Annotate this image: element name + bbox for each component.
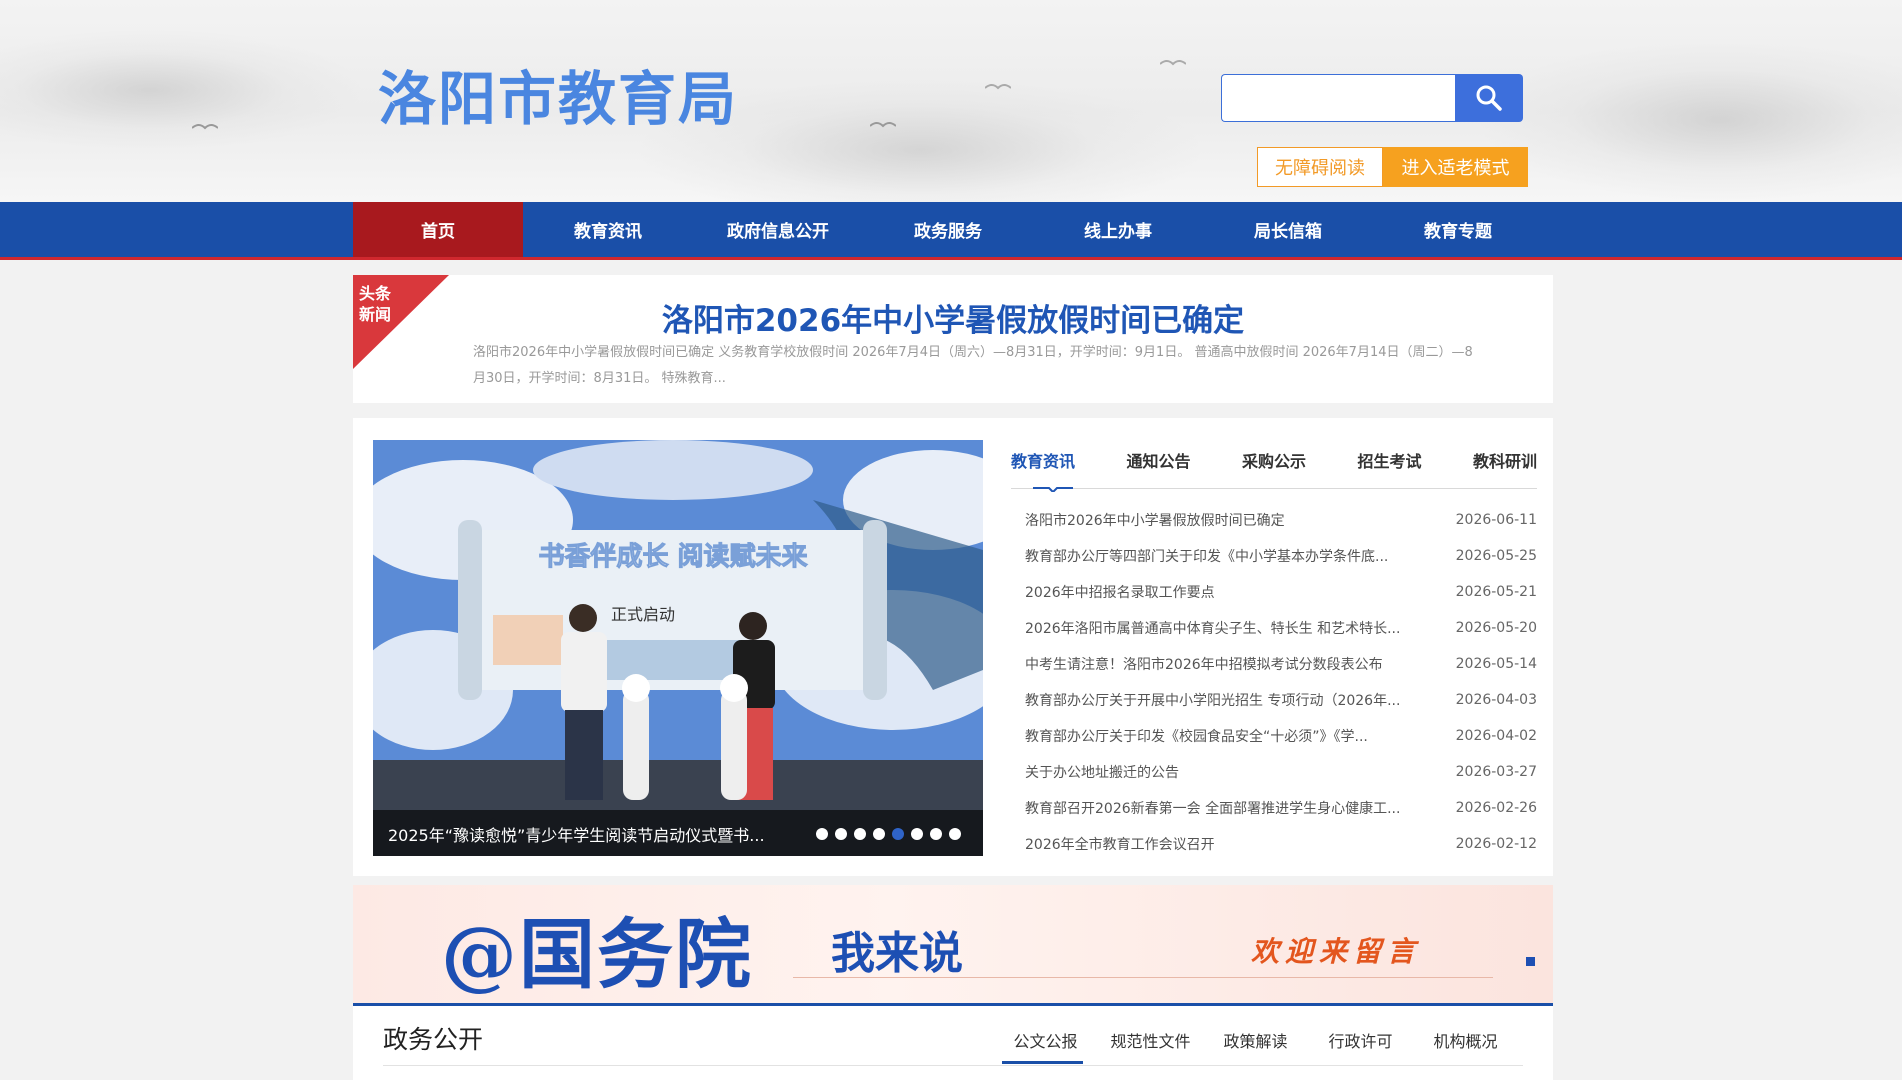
ink-mountain-decoration: [1480, 40, 1902, 200]
carousel-dot[interactable]: [911, 828, 923, 840]
banner-divider: [793, 977, 1493, 978]
nav-item-education-topics[interactable]: 教育专题: [1373, 202, 1543, 257]
carousel-dot[interactable]: [873, 828, 885, 840]
nav-item-gov-info[interactable]: 政府信息公开: [693, 202, 863, 257]
news-section: 书香伴成长 阅读赋未来 正式启动 2025年“豫读愈悦”青少年学生阅读节启动仪式…: [353, 418, 1553, 876]
search-input[interactable]: [1221, 74, 1455, 122]
news-title[interactable]: 2026年全市教育工作会议召开: [1025, 834, 1425, 854]
nav-item-home[interactable]: 首页: [353, 202, 523, 257]
news-date: 2026-04-03: [1455, 692, 1537, 708]
nav-item-gov-services[interactable]: 政务服务: [863, 202, 1033, 257]
carousel-caption[interactable]: 2025年“豫读愈悦”青少年学生阅读节启动仪式暨书...: [388, 822, 808, 846]
main-nav: 首页 教育资讯 政府信息公开 政务服务 线上办事 局长信箱 教育专题: [0, 202, 1902, 260]
gov-affairs-section: 政务公开 公文公报 规范性文件 政策解读 行政许可 机构概况: [353, 1003, 1553, 1080]
tab-admission-exams[interactable]: 招生考试: [1357, 448, 1421, 476]
carousel-scroll-title: 书香伴成长 阅读赋未来: [538, 541, 808, 572]
news-title[interactable]: 教育部办公厅关于印发《校园食品安全“十必须”》《学...: [1025, 726, 1425, 746]
carousel-dot[interactable]: [949, 828, 961, 840]
tab-education-news[interactable]: 教育资讯: [1011, 448, 1075, 476]
gov-tabs: 公文公报 规范性文件 政策解读 行政许可 机构概况: [993, 1028, 1518, 1052]
banner-main-text: @国务院: [441, 910, 753, 999]
tab-organization-overview[interactable]: 机构概况: [1413, 1028, 1518, 1052]
news-title[interactable]: 教育部办公厅关于开展中小学阳光招生 专项行动（2026年...: [1025, 690, 1425, 710]
news-list: 洛阳市2026年中小学暑假放假时间已确定 2026-06-11 教育部办公厅等四部…: [1011, 502, 1537, 862]
bird-icon: [870, 122, 896, 128]
list-item[interactable]: 教育部办公厅等四部门关于印发《中小学基本办学条件底... 2026-05-25: [1011, 538, 1537, 574]
carousel-dot[interactable]: [854, 828, 866, 840]
carousel-dots: [816, 828, 961, 840]
carousel-caption-bar: 2025年“豫读愈悦”青少年学生阅读节启动仪式暨书...: [373, 810, 983, 856]
tab-notices[interactable]: 通知公告: [1126, 448, 1190, 476]
elder-mode-button[interactable]: 进入适老模式: [1383, 147, 1528, 187]
news-title[interactable]: 教育部召开2026新春第一会 全面部署推进学生身心健康工...: [1025, 798, 1425, 818]
state-council-banner[interactable]: @国务院 我来说 欢迎来留言: [353, 885, 1553, 1003]
list-item[interactable]: 洛阳市2026年中小学暑假放假时间已确定 2026-06-11: [1011, 502, 1537, 538]
nav-item-online-services[interactable]: 线上办事: [1033, 202, 1203, 257]
news-title[interactable]: 洛阳市2026年中小学暑假放假时间已确定: [1025, 510, 1425, 530]
news-tabs: 教育资讯 通知公告 采购公示 招生考试 教科研训: [1011, 448, 1537, 476]
tab-procurement[interactable]: 采购公示: [1242, 448, 1306, 476]
carousel-dot-active[interactable]: [892, 828, 904, 840]
list-item[interactable]: 教育部召开2026新春第一会 全面部署推进学生身心健康工... 2026-02-2…: [1011, 790, 1537, 826]
carousel-dot[interactable]: [835, 828, 847, 840]
site-title[interactable]: 洛阳市教育局: [378, 52, 738, 136]
list-item[interactable]: 关于办公地址搬迁的公告 2026-03-27: [1011, 754, 1537, 790]
carousel-dot[interactable]: [816, 828, 828, 840]
ink-mountain-decoration: [0, 30, 360, 150]
gov-section-title: 政务公开: [383, 1025, 484, 1054]
news-title[interactable]: 教育部办公厅等四部门关于印发《中小学基本办学条件底...: [1025, 546, 1425, 566]
news-date: 2026-06-11: [1455, 512, 1537, 528]
news-date: 2026-04-02: [1455, 728, 1537, 744]
banner-say-text: 我来说: [831, 928, 963, 979]
news-date: 2026-03-27: [1455, 764, 1537, 780]
bird-icon: [985, 84, 1011, 90]
photo-carousel[interactable]: 书香伴成长 阅读赋未来 正式启动 2025年“豫读愈悦”青少年学生阅读节启动仪式…: [373, 440, 983, 856]
bird-icon: [1160, 60, 1186, 66]
news-title[interactable]: 中考生请注意！洛阳市2026年中招模拟考试分数段表公布: [1025, 654, 1425, 674]
list-item[interactable]: 2026年洛阳市属普通高中体育尖子生、特长生 和艺术特长... 2026-05-2…: [1011, 610, 1537, 646]
tab-teaching-research[interactable]: 教科研训: [1473, 448, 1537, 476]
news-date: 2026-05-25: [1455, 548, 1537, 564]
carousel-scroll-sub: 正式启动: [611, 605, 675, 624]
tab-official-bulletins[interactable]: 公文公报: [993, 1028, 1098, 1052]
active-tab-caret: [1033, 487, 1073, 492]
active-tab-underline: [1002, 1061, 1083, 1064]
gov-divider: [383, 1065, 1523, 1066]
nav-item-education-news[interactable]: 教育资讯: [523, 202, 693, 257]
site-header: 洛阳市教育局 无障碍阅读 进入适老模式: [0, 0, 1902, 202]
headline-summary: 洛阳市2026年中小学暑假放假时间已确定 义务教育学校放假时间 2026年7月4…: [473, 345, 1473, 386]
news-date: 2026-05-20: [1455, 620, 1537, 636]
list-item[interactable]: 2026年全市教育工作会议召开 2026-02-12: [1011, 826, 1537, 862]
headline-news: 头条新闻 洛阳市2026年中小学暑假放假时间已确定 洛阳市2026年中小学暑假放…: [353, 275, 1553, 403]
news-date: 2026-02-26: [1455, 800, 1537, 816]
tab-policy-interpretation[interactable]: 政策解读: [1203, 1028, 1308, 1052]
list-item[interactable]: 2026年中招报名录取工作要点 2026-05-21: [1011, 574, 1537, 610]
news-date: 2026-02-12: [1455, 836, 1537, 852]
news-title[interactable]: 关于办公地址搬迁的公告: [1025, 762, 1425, 782]
list-item[interactable]: 教育部办公厅关于开展中小学阳光招生 专项行动（2026年... 2026-04-0…: [1011, 682, 1537, 718]
list-item[interactable]: 教育部办公厅关于印发《校园食品安全“十必须”》《学... 2026-04-02: [1011, 718, 1537, 754]
list-item[interactable]: 中考生请注意！洛阳市2026年中招模拟考试分数段表公布 2026-05-14: [1011, 646, 1537, 682]
news-date: 2026-05-21: [1455, 584, 1537, 600]
search-button[interactable]: [1455, 74, 1523, 122]
news-title[interactable]: 2026年洛阳市属普通高中体育尖子生、特长生 和艺术特长...: [1025, 618, 1425, 638]
tab-administrative-licensing[interactable]: 行政许可: [1308, 1028, 1413, 1052]
accessibility-reading-button[interactable]: 无障碍阅读: [1257, 147, 1383, 187]
news-date: 2026-05-14: [1455, 656, 1537, 672]
carousel-photo: 书香伴成长 阅读赋未来 正式启动: [373, 440, 983, 856]
tabs-divider: [1011, 488, 1537, 489]
news-title[interactable]: 2026年中招报名录取工作要点: [1025, 582, 1425, 602]
nav-item-director-mailbox[interactable]: 局长信箱: [1203, 202, 1373, 257]
headline-title[interactable]: 洛阳市2026年中小学暑假放假时间已确定: [353, 295, 1553, 340]
banner-welcome-text: 欢迎来留言: [1251, 935, 1422, 968]
bird-icon: [192, 124, 218, 130]
search-icon: [1476, 85, 1502, 111]
banner-indicator[interactable]: [1526, 957, 1535, 966]
tab-normative-documents[interactable]: 规范性文件: [1098, 1028, 1203, 1052]
carousel-dot[interactable]: [930, 828, 942, 840]
